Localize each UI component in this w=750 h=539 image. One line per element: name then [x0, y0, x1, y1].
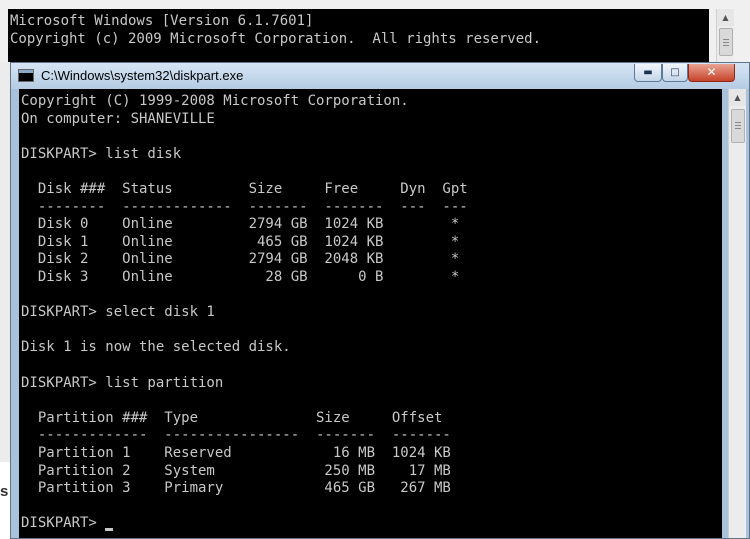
thumb-grip-icon — [735, 122, 741, 123]
thumb-grip-icon — [723, 45, 729, 46]
console-line: Partition 1 Reserved 16 MB 1024 KB — [21, 445, 451, 461]
window-controls: ▬ □ ✕ — [634, 64, 742, 84]
console-line: Disk 1 Online 465 GB 1024 KB * — [21, 233, 460, 250]
thumb-grip-icon — [735, 128, 741, 129]
console-line: Disk 0 Online 2794 GB 1024 KB * — [21, 216, 460, 233]
text-cursor — [105, 528, 114, 532]
console-line: On computer: SHANEVILLE — [21, 110, 215, 127]
background-console-line: Microsoft Windows [Version 6.1.7601] — [10, 13, 314, 29]
background-vertical-scrollbar[interactable]: ▲ — [716, 9, 734, 62]
scrollbar-thumb[interactable] — [731, 109, 745, 143]
console-line: Partition ### Type Size Offset — [21, 409, 443, 426]
window-title: C:\Windows\system32\diskpart.exe — [41, 68, 244, 83]
thumb-grip-icon — [723, 39, 729, 40]
scroll-up-arrow-icon[interactable]: ▲ — [729, 89, 746, 106]
minimize-button[interactable]: ▬ — [634, 64, 662, 82]
console-line: ------------- ---------------- ------- -… — [21, 427, 451, 444]
console-line: Partition 2 System 250 MB 17 MB — [21, 462, 451, 479]
console-output[interactable]: Copyright (C) 1999-2008 Microsoft Corpor… — [19, 89, 722, 538]
console-line: Partition 3 Primary 465 GB 267 MB — [21, 480, 451, 497]
console-line: DISKPART> list disk — [21, 145, 182, 162]
console-line: -------- ------------- ------- ------- -… — [21, 198, 468, 215]
console-line: Disk ### Status Size Free Dyn Gpt — [21, 181, 468, 197]
console-line: Disk 3 Online 28 GB 0 B * — [21, 269, 460, 285]
console-icon[interactable] — [18, 69, 34, 82]
background-console-line: Copyright (c) 2009 Microsoft Corporation… — [10, 31, 542, 47]
scroll-up-arrow-icon[interactable]: ▲ — [717, 9, 734, 26]
background-window-edge — [0, 62, 10, 462]
thumb-grip-icon — [723, 42, 729, 43]
maximize-button[interactable]: □ — [662, 64, 688, 82]
console-line: Copyright (C) 1999-2008 Microsoft Corpor… — [21, 93, 409, 109]
background-console-window[interactable]: Microsoft Windows [Version 6.1.7601] Cop… — [0, 0, 750, 62]
background-console-output: Microsoft Windows [Version 6.1.7601] Cop… — [8, 9, 709, 62]
vertical-scrollbar[interactable]: ▲ — [728, 89, 746, 538]
console-line: DISKPART> — [21, 515, 106, 532]
console-line: Disk 2 Online 2794 GB 2048 KB * — [21, 251, 460, 268]
diskpart-window[interactable]: C:\Windows\system32\diskpart.exe ▬ □ ✕ C… — [10, 62, 750, 539]
console-line: DISKPART> select disk 1 — [21, 304, 215, 321]
thumb-grip-icon — [735, 125, 741, 126]
window-titlebar[interactable]: C:\Windows\system32\diskpart.exe ▬ □ ✕ — [11, 63, 749, 89]
close-button[interactable]: ✕ — [688, 64, 735, 82]
console-line: Disk 1 is now the selected disk. — [21, 339, 291, 356]
scrollbar-thumb[interactable] — [719, 28, 733, 56]
console-line: DISKPART> list partition — [21, 374, 224, 391]
